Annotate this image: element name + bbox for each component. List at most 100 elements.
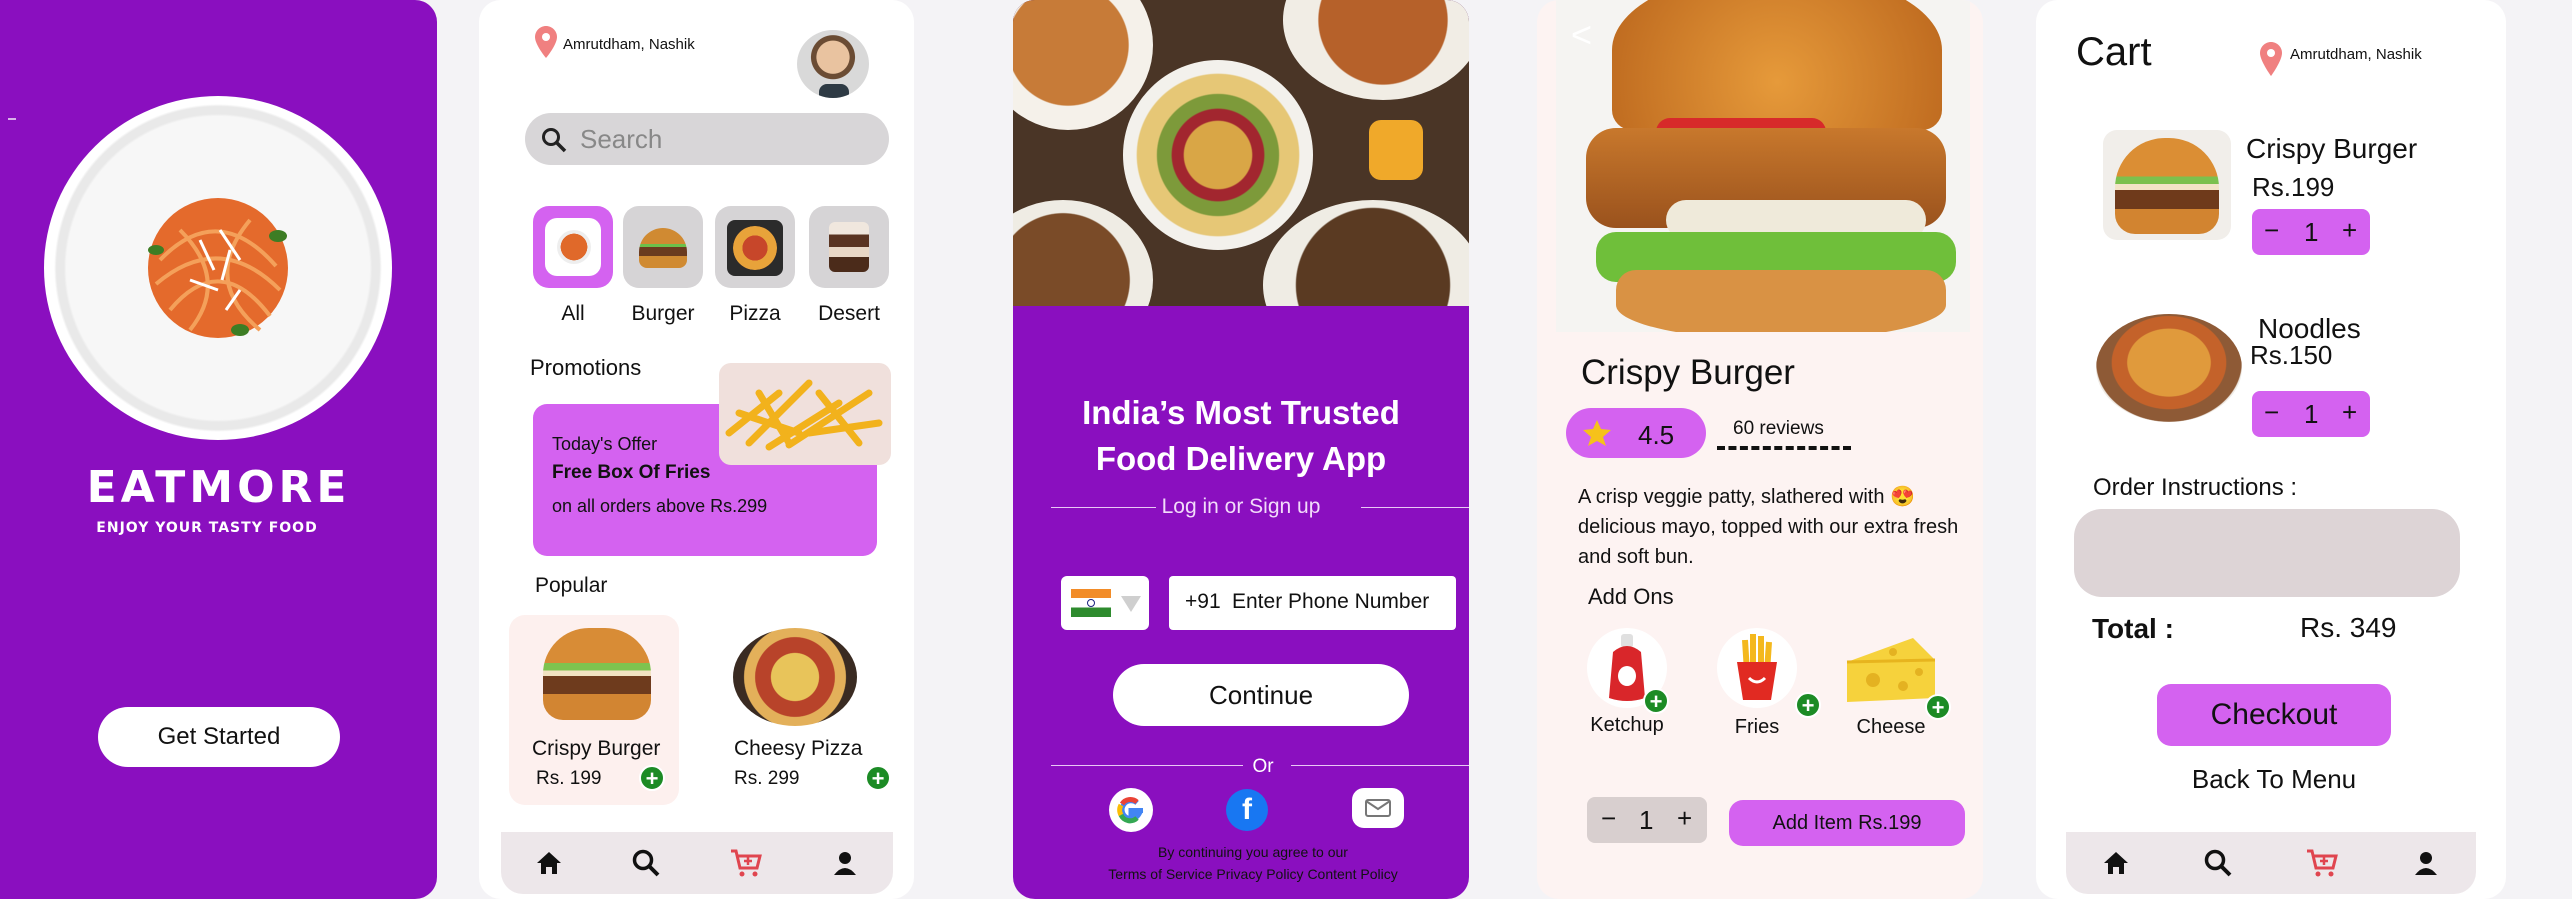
product-title: Crispy Burger bbox=[1581, 353, 1795, 392]
spaghetti-thumb-icon bbox=[557, 230, 591, 264]
popular-name-0: Crispy Burger bbox=[532, 737, 661, 760]
stray-dash bbox=[8, 118, 16, 120]
addon-label-cheese: Cheese bbox=[1856, 716, 1926, 738]
addon-cheese[interactable]: + bbox=[1843, 628, 1951, 720]
cart-qty-stepper-0[interactable]: − 1 + bbox=[2252, 209, 2370, 255]
phone-field[interactable]: +91 Enter Phone Number bbox=[1169, 576, 1456, 630]
divider-right bbox=[1361, 507, 1469, 508]
back-button[interactable]: < bbox=[1571, 14, 1592, 56]
cart-screen: Cart Amrutdham, Nashik Crispy Burger Rs.… bbox=[2036, 0, 2506, 899]
pizza-image bbox=[733, 628, 857, 726]
add-burger-button[interactable]: + bbox=[639, 765, 665, 791]
category-label-pizza: Pizza bbox=[729, 302, 781, 325]
cart-icon[interactable] bbox=[2305, 848, 2339, 878]
cart-qty-stepper-1[interactable]: − 1 + bbox=[2252, 391, 2370, 437]
facebook-icon: f bbox=[1242, 793, 1252, 826]
or-divider-right bbox=[1291, 765, 1469, 766]
phone-prefix: +91 bbox=[1185, 590, 1221, 613]
terms-links[interactable]: Terms of Service Privacy Policy Content … bbox=[1013, 866, 1469, 882]
cart-item-price-0: Rs.199 bbox=[2252, 172, 2335, 202]
search-icon[interactable] bbox=[2203, 848, 2233, 878]
category-burger[interactable] bbox=[623, 206, 703, 288]
cart-item-name-0: Crispy Burger bbox=[2246, 133, 2418, 164]
star-icon bbox=[1583, 420, 1611, 446]
cart-item-noodles-image bbox=[2096, 314, 2242, 422]
add-pizza-button[interactable]: + bbox=[865, 765, 891, 791]
order-instructions-label: Order Instructions : bbox=[2093, 474, 2298, 501]
category-label-all: All bbox=[561, 302, 585, 325]
or-label: Or bbox=[1252, 756, 1274, 777]
chevron-down-icon bbox=[1121, 596, 1141, 612]
fries-icon bbox=[1737, 634, 1777, 700]
cart-icon[interactable] bbox=[729, 848, 763, 878]
promo-line3: on all orders above Rs.299 bbox=[552, 496, 768, 516]
total-label: Total : bbox=[2092, 613, 2174, 644]
back-to-menu-link[interactable]: Back To Menu bbox=[2146, 764, 2402, 795]
search-bar[interactable]: Search bbox=[525, 113, 889, 165]
reviews-underline bbox=[1717, 446, 1851, 450]
cart-item-price-1: Rs.150 bbox=[2250, 340, 2333, 370]
home-icon[interactable] bbox=[2102, 849, 2130, 877]
google-icon bbox=[1117, 796, 1144, 824]
qty-plus-button[interactable]: + bbox=[1677, 803, 1692, 834]
ketchup-icon bbox=[1609, 634, 1645, 701]
category-label-burger: Burger bbox=[631, 302, 695, 325]
cart-item-burger-image bbox=[2103, 130, 2231, 240]
popular-price-1: Rs. 299 bbox=[734, 768, 800, 789]
reviews-link[interactable]: 60 reviews bbox=[1733, 418, 1824, 440]
promo-line1: Today's Offer bbox=[552, 434, 658, 454]
addon-ketchup[interactable]: + bbox=[1587, 628, 1669, 714]
cart-qty-value-0: 1 bbox=[2304, 217, 2319, 247]
search-input[interactable]: Search bbox=[580, 124, 662, 155]
addon-fries[interactable]: + bbox=[1717, 628, 1821, 718]
burger-image bbox=[543, 628, 651, 720]
popular-card-burger[interactable]: Crispy Burger Rs. 199 + bbox=[509, 615, 679, 805]
get-started-button[interactable]: Get Started bbox=[98, 707, 340, 767]
qty-minus-button[interactable]: − bbox=[1601, 803, 1616, 834]
continue-button[interactable]: Continue bbox=[1113, 664, 1409, 726]
email-login-button[interactable] bbox=[1352, 788, 1404, 828]
home-screen: Amrutdham, Nashik Search All Burger Pizz… bbox=[479, 0, 914, 899]
category-desert[interactable] bbox=[809, 206, 889, 288]
spaghetti-plate-image bbox=[44, 96, 392, 440]
google-login-button[interactable] bbox=[1109, 788, 1153, 832]
add-item-button[interactable]: Add Item Rs.199 bbox=[1729, 800, 1965, 846]
product-screen: < Crispy Burger 4.5 60 reviews A crisp v… bbox=[1537, 0, 1983, 899]
headline-line1: India’s Most Trusted bbox=[1082, 394, 1400, 431]
cart-qty-minus-1[interactable]: − bbox=[2264, 397, 2279, 428]
quantity-stepper[interactable]: − 1 + bbox=[1587, 797, 1707, 843]
location-pin-icon bbox=[535, 26, 557, 58]
burger-hero-image bbox=[1556, 0, 1970, 332]
add-ketchup-button[interactable]: + bbox=[1643, 688, 1669, 714]
order-instructions-input[interactable] bbox=[2074, 509, 2460, 597]
country-select[interactable] bbox=[1061, 576, 1149, 630]
phone-input[interactable]: Enter Phone Number bbox=[1232, 590, 1429, 614]
search-icon bbox=[542, 128, 567, 153]
cart-qty-plus-1[interactable]: + bbox=[2342, 397, 2357, 428]
search-icon[interactable] bbox=[631, 848, 661, 878]
checkout-button[interactable]: Checkout bbox=[2157, 684, 2391, 746]
cheese-icon bbox=[1846, 638, 1936, 702]
terms-line1: By continuing you agree to our bbox=[1158, 844, 1348, 860]
category-pizza[interactable] bbox=[715, 206, 795, 288]
food-spread-image bbox=[1013, 0, 1469, 306]
home-icon[interactable] bbox=[535, 849, 563, 877]
login-screen: India’s Most Trusted Food Delivery App L… bbox=[1013, 0, 1469, 899]
category-all[interactable] bbox=[533, 206, 613, 288]
promotions-heading: Promotions bbox=[530, 355, 642, 380]
avatar[interactable] bbox=[797, 30, 869, 98]
cart-qty-plus-0[interactable]: + bbox=[2342, 215, 2357, 246]
cart-bottom-nav bbox=[2066, 832, 2476, 894]
popular-card-pizza[interactable]: Cheesy Pizza Rs. 299 + bbox=[719, 615, 895, 805]
location-pin-icon bbox=[2260, 42, 2282, 76]
profile-icon[interactable] bbox=[2412, 849, 2440, 877]
pizza-thumb-icon bbox=[727, 220, 783, 276]
cart-qty-minus-0[interactable]: − bbox=[2264, 215, 2279, 246]
popular-price-0: Rs. 199 bbox=[536, 768, 602, 789]
profile-icon[interactable] bbox=[831, 849, 859, 877]
cart-location-text[interactable]: Amrutdham, Nashik bbox=[2290, 46, 2422, 63]
rating-value: 4.5 bbox=[1638, 420, 1675, 450]
facebook-login-button[interactable]: f bbox=[1226, 789, 1268, 831]
location-text[interactable]: Amrutdham, Nashik bbox=[563, 36, 695, 53]
add-fries-button[interactable]: + bbox=[1795, 692, 1821, 718]
